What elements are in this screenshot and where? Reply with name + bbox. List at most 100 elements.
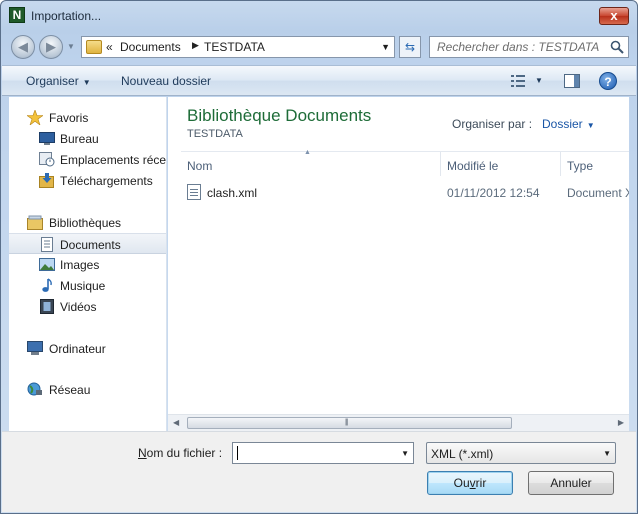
filename-input[interactable]	[233, 443, 393, 463]
window-title: Importation...	[31, 9, 102, 23]
address-bar[interactable]: « Documents ▶ TESTDATA ▼	[81, 36, 395, 58]
column-header-label: Type	[567, 159, 594, 173]
library-title: Bibliothèque Documents	[187, 106, 372, 125]
nav-network-label: Réseau	[49, 383, 91, 397]
documents-icon	[41, 237, 53, 252]
preview-pane-icon[interactable]	[564, 74, 580, 88]
dialog-footer: Nom du fichier : ▼ XML (*.xml) ▼ Ouvrir …	[2, 431, 636, 512]
column-header-type[interactable]: Type	[561, 151, 629, 177]
filename-label: Nom du fichier :	[138, 446, 222, 460]
help-icon[interactable]: ?	[599, 72, 617, 90]
sort-ascending-icon: ▲	[304, 149, 311, 156]
recent-pages-dropdown-icon[interactable]: ▼	[67, 42, 75, 51]
search-box[interactable]	[429, 36, 629, 58]
open-button[interactable]: Ouvrir	[427, 471, 513, 495]
file-name: clash.xml	[207, 186, 258, 200]
libraries-icon	[27, 215, 43, 230]
nav-item-desktop[interactable]: Bureau	[9, 128, 166, 149]
arrange-by-label: Organiser par :	[452, 117, 533, 131]
chevron-down-icon: ▼	[586, 121, 595, 130]
open-label-pre: Ou	[453, 476, 470, 490]
downloads-icon	[39, 173, 54, 188]
nav-item-downloads[interactable]: Téléchargements	[9, 170, 166, 191]
view-dropdown-icon[interactable]: ▼	[535, 76, 543, 85]
scrollbar-thumb[interactable]: |||	[187, 417, 512, 429]
chevron-down-icon: ▼	[82, 78, 91, 87]
navigation-pane: Favoris Bureau Emplacements récents Télé…	[9, 97, 167, 431]
organize-label: Organiser	[26, 74, 79, 88]
filetype-value: XML (*.xml)	[431, 447, 494, 461]
breadcrumb-separator-icon[interactable]: ▶	[192, 40, 199, 51]
column-header-modified[interactable]: Modifié le	[441, 151, 561, 177]
scroll-left-icon[interactable]: ◀	[173, 418, 179, 427]
xml-file-icon	[187, 184, 201, 200]
filename-label-accesskey: N	[138, 446, 147, 460]
nav-libraries-label: Bibliothèques	[49, 216, 122, 230]
command-toolbar: Organiser ▼ Nouveau dossier ▼ ?	[2, 65, 636, 96]
breadcrumb-documents[interactable]: Documents	[120, 40, 181, 54]
images-icon	[39, 258, 55, 271]
forward-button[interactable]: ▶	[39, 35, 63, 59]
horizontal-scrollbar[interactable]: ◀ ||| ▶	[168, 414, 629, 431]
arrange-by-dropdown[interactable]: Dossier ▼	[542, 117, 595, 131]
nav-item-label: Téléchargements	[60, 174, 153, 188]
file-list-pane: Bibliothèque Documents TESTDATA Organise…	[168, 97, 629, 431]
column-header-name[interactable]: Nom	[181, 151, 441, 177]
back-button[interactable]: ◀	[11, 35, 35, 59]
refresh-button[interactable]: ⇆	[399, 36, 421, 58]
nav-item-recent-places[interactable]: Emplacements récents	[9, 149, 167, 170]
address-row: ◀ ▶ ▼ « Documents ▶ TESTDATA ▼ ⇆	[9, 35, 629, 61]
column-header-label: Nom	[187, 159, 213, 173]
computer-icon	[27, 341, 43, 355]
nav-favorites-label: Favoris	[49, 111, 89, 125]
library-subtitle: TESTDATA	[187, 128, 243, 140]
network-icon	[27, 382, 42, 396]
recent-places-icon	[39, 152, 55, 167]
nav-item-images[interactable]: Images	[9, 254, 166, 275]
file-row[interactable]: clash.xml 01/11/2012 12:54 Document XML	[181, 181, 629, 203]
desktop-icon	[39, 132, 55, 145]
scroll-right-icon[interactable]: ▶	[618, 418, 624, 427]
nav-item-music[interactable]: Musique	[9, 275, 166, 296]
file-modified: 01/11/2012 12:54	[447, 186, 540, 200]
videos-icon	[40, 299, 54, 314]
nav-favorites[interactable]: Favoris	[9, 107, 166, 128]
nav-computer-label: Ordinateur	[49, 342, 106, 356]
filetype-dropdown-icon[interactable]: ▼	[603, 449, 611, 458]
column-header-label: Modifié le	[447, 159, 499, 173]
title-bar: N Importation... x	[1, 1, 637, 31]
breadcrumb-overflow[interactable]: «	[106, 40, 113, 54]
text-cursor	[237, 446, 238, 460]
filetype-select[interactable]: XML (*.xml) ▼	[426, 442, 616, 464]
nav-item-label: Vidéos	[60, 300, 97, 314]
nav-item-label: Musique	[60, 279, 106, 293]
view-options-icon[interactable]	[510, 74, 526, 88]
breadcrumb-testdata[interactable]: TESTDATA	[204, 40, 265, 54]
nav-item-label: Documents	[60, 238, 121, 252]
file-open-dialog: N Importation... x ◀ ▶ ▼ « Documents ▶ T…	[0, 0, 638, 514]
nav-libraries[interactable]: Bibliothèques	[9, 212, 166, 233]
grip-icon: |||	[345, 419, 349, 426]
search-input[interactable]	[430, 37, 606, 57]
music-icon	[42, 278, 52, 292]
cancel-button[interactable]: Annuler	[528, 471, 614, 495]
close-button[interactable]: x	[599, 7, 629, 25]
arrange-by-value: Dossier	[542, 117, 583, 131]
app-icon: N	[9, 7, 25, 23]
organize-button[interactable]: Organiser ▼	[26, 74, 91, 88]
nav-network[interactable]: Réseau	[9, 379, 166, 400]
search-icon[interactable]	[610, 40, 624, 54]
nav-item-label: Emplacements récents	[60, 153, 167, 167]
new-folder-button[interactable]: Nouveau dossier	[121, 74, 211, 88]
nav-item-label: Images	[60, 258, 100, 272]
folder-icon	[86, 40, 102, 54]
nav-computer[interactable]: Ordinateur	[9, 338, 166, 359]
filename-label-text: om du fichier :	[146, 446, 223, 460]
nav-item-documents[interactable]: Documents	[9, 233, 166, 254]
address-dropdown-icon[interactable]: ▼	[381, 42, 390, 52]
open-label-post: rir	[475, 476, 487, 490]
nav-item-videos[interactable]: Vidéos	[9, 296, 166, 317]
file-type: Document XML	[567, 186, 629, 200]
filename-dropdown-icon[interactable]: ▼	[401, 449, 409, 458]
filename-combobox[interactable]: ▼	[232, 442, 414, 464]
